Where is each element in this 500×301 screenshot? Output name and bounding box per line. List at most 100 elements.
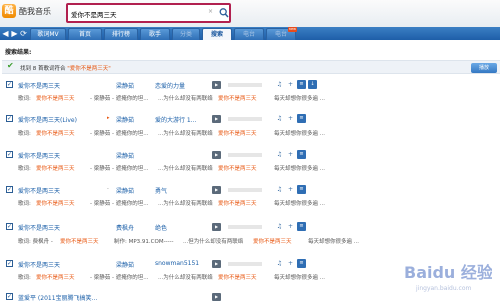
- lyric-snippet: 歌词: 费枫舟 - 爱你不是两三天 制作: MP3.91.COM----- ..…: [18, 239, 359, 245]
- add-icon[interactable]: +: [286, 80, 295, 89]
- row-checkbox[interactable]: ✓: [6, 115, 13, 122]
- song-title[interactable]: 爱你不是两三天(Live): [18, 115, 77, 124]
- row-actions: ♫ + ≡: [275, 150, 325, 160]
- search-icon[interactable]: [219, 7, 229, 19]
- results-summary-bar: ✔ 找到 8 首歌词符合 "爱你不是两三天" 播放: [2, 60, 500, 74]
- new-badge: new: [287, 27, 297, 32]
- album-name[interactable]: snowman5151: [155, 260, 199, 267]
- play-all-button[interactable]: 播放: [471, 63, 497, 73]
- results-section-label: 搜索结果:: [5, 49, 32, 56]
- song-title[interactable]: 爱你不是两三天: [18, 151, 60, 160]
- listen-icon[interactable]: ♫: [275, 185, 284, 194]
- watermark-text: Baidu 经验: [404, 263, 492, 282]
- tab-radio[interactable]: 电台: [234, 28, 264, 40]
- quality-bar: [228, 153, 262, 157]
- listen-icon[interactable]: ♫: [275, 259, 284, 268]
- app-title: 酷我音乐: [19, 7, 51, 16]
- lyric-snippet: 歌词: 爱你不是两三天 - 梁静茹 - 遮掩你的坦... ...为什么却没有两联…: [18, 131, 325, 137]
- add-icon[interactable]: +: [286, 114, 295, 123]
- row-actions: ♫ + ≡: [275, 114, 325, 124]
- title-bar: 酷 酷我音乐 ×: [0, 0, 500, 27]
- row-actions: ♫ + ≡ ↓: [275, 80, 325, 90]
- album-name[interactable]: 勇气: [155, 186, 167, 195]
- album-name[interactable]: 爱的大游行 1...: [155, 115, 196, 124]
- add-to-list-icon[interactable]: ≡: [297, 114, 306, 123]
- lyric-snippet: 歌词: 爱你不是两三天 - 梁静茹 - 遮掩你的坦... ...为什么却没有两联…: [18, 96, 325, 102]
- quality-bar: [228, 117, 262, 121]
- clear-icon[interactable]: ×: [208, 8, 213, 15]
- forward-icon[interactable]: ▶: [10, 28, 19, 39]
- mv-icon[interactable]: ▶: [212, 151, 221, 159]
- song-row[interactable]: ✓ 爱你不是两三天 - 梁静茹 勇气 ▶ ♫ + ≡: [0, 183, 500, 197]
- mv-icon[interactable]: ▶: [212, 260, 221, 268]
- mv-icon[interactable]: ▶: [212, 223, 221, 231]
- add-to-list-icon[interactable]: ≡: [297, 185, 306, 194]
- tab-home[interactable]: 首页: [68, 28, 102, 40]
- kuwo-logo-icon: 酷: [2, 4, 16, 18]
- row-actions: ♫ + ≡: [275, 222, 325, 232]
- add-icon[interactable]: +: [286, 185, 295, 194]
- listen-icon[interactable]: ♫: [275, 80, 284, 89]
- mv-icon[interactable]: ▶: [212, 81, 221, 89]
- row-checkbox[interactable]: ✓: [6, 81, 13, 88]
- song-row[interactable]: ✓ 爱你不是两三天 梁静茹 ▶ ♫ + ≡: [0, 148, 500, 162]
- quality-bar: [228, 188, 262, 192]
- singer-name[interactable]: 梁静茹: [116, 260, 134, 269]
- live-arrow-icon: ▸: [107, 115, 110, 121]
- tab-charts[interactable]: 排行榜: [104, 28, 138, 40]
- song-title[interactable]: 爱你不是两三天: [18, 260, 60, 269]
- song-title[interactable]: 蓝爱平 (2011宝丽腾飞搞笑...: [18, 293, 97, 301]
- download-icon[interactable]: ↓: [308, 80, 317, 89]
- song-title[interactable]: 爱你不是两三天: [18, 223, 60, 232]
- refresh-icon[interactable]: ⟳: [19, 28, 28, 39]
- tab-category[interactable]: 分类: [172, 28, 200, 40]
- search-input[interactable]: [71, 8, 201, 20]
- singer-name[interactable]: 费枫舟: [116, 223, 134, 232]
- baidu-watermark: Baidu 经验 jingyan.baidu.com: [404, 263, 492, 292]
- watermark-subtext: jingyan.baidu.com: [415, 285, 472, 292]
- listen-icon[interactable]: ♫: [275, 150, 284, 159]
- back-icon[interactable]: ◀: [1, 28, 10, 39]
- add-to-list-icon[interactable]: ≡: [297, 259, 306, 268]
- tab-radio-new[interactable]: 电台 new: [266, 27, 297, 40]
- add-icon[interactable]: +: [286, 150, 295, 159]
- row-actions: ♫ + ≡: [275, 259, 325, 269]
- quality-bar: [228, 262, 262, 266]
- singer-name[interactable]: 梁静茹: [116, 186, 134, 195]
- add-icon[interactable]: +: [286, 222, 295, 231]
- separator-dash: -: [107, 186, 109, 192]
- tab-lyrics-mv[interactable]: 歌词MV: [30, 28, 66, 40]
- tab-singers[interactable]: 歌手: [140, 28, 170, 40]
- row-checkbox[interactable]: ✓: [6, 223, 13, 230]
- lyric-snippet: 歌词: 爱你不是两三天 - 梁静茹 - 遮掩你的坦... ...为什么却没有两联…: [18, 166, 325, 172]
- row-checkbox[interactable]: ✓: [6, 151, 13, 158]
- lyric-snippet: 歌词: 爱你不是两三天 - 梁静茹 - 遮掩你的坦... ...为什么却没有两联…: [18, 201, 325, 207]
- mv-icon[interactable]: ▶: [212, 293, 221, 301]
- song-title[interactable]: 爱你不是两三天: [18, 81, 60, 90]
- album-name[interactable]: 绝色: [155, 223, 167, 232]
- row-checkbox[interactable]: ✓: [6, 186, 13, 193]
- listen-icon[interactable]: ♫: [275, 114, 284, 123]
- mv-icon[interactable]: ▶: [212, 186, 221, 194]
- tab-search[interactable]: 搜索: [202, 28, 232, 40]
- album-name[interactable]: 恋爱的力量: [155, 81, 185, 90]
- song-row[interactable]: ✓ 爱你不是两三天(Live) ▸ 梁静茹 爱的大游行 1... ▶ ♫ + ≡: [0, 112, 500, 126]
- song-title[interactable]: 爱你不是两三天: [18, 186, 60, 195]
- row-checkbox[interactable]: ✓: [6, 260, 13, 267]
- quality-bar: [228, 83, 262, 87]
- mv-icon[interactable]: ▶: [212, 115, 221, 123]
- add-to-list-icon[interactable]: ≡: [297, 150, 306, 159]
- singer-name[interactable]: 梁静茹: [116, 81, 134, 90]
- song-row[interactable]: ✓ 爱你不是两三天 梁静茹 恋爱的力量 ▶ ♫ + ≡ ↓: [0, 78, 500, 92]
- add-icon[interactable]: +: [286, 259, 295, 268]
- add-to-list-icon[interactable]: ≡: [297, 222, 306, 231]
- row-actions: ♫ + ≡: [275, 185, 325, 195]
- add-to-list-icon[interactable]: ≡: [297, 80, 306, 89]
- row-checkbox[interactable]: ✓: [6, 293, 13, 300]
- song-row[interactable]: ✓ 爱你不是两三天 费枫舟 绝色 ▶ ♫ + ≡: [0, 220, 500, 234]
- singer-name[interactable]: 梁静茹: [116, 115, 134, 124]
- listen-icon[interactable]: ♫: [275, 222, 284, 231]
- search-box[interactable]: ×: [66, 3, 231, 23]
- results-summary: 找到 8 首歌词符合 "爱你不是两三天": [20, 66, 111, 72]
- singer-name[interactable]: 梁静茹: [116, 151, 134, 160]
